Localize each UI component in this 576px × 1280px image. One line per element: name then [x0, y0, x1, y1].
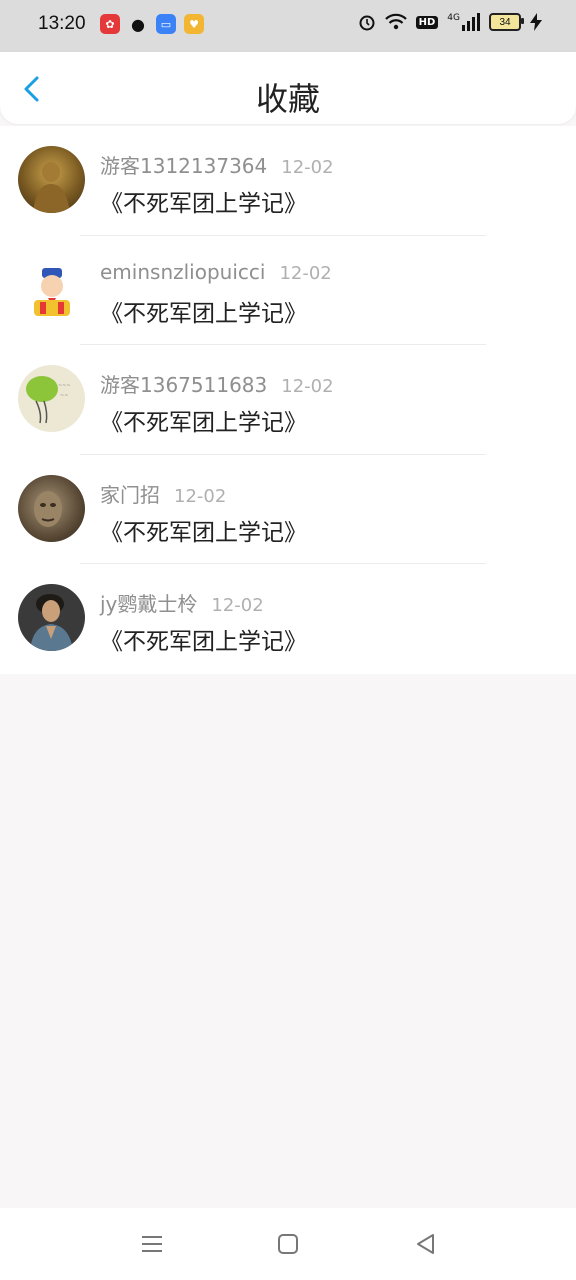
- date-label: 12-02: [174, 485, 227, 507]
- status-time: 13:20: [38, 13, 86, 34]
- charging-icon: [530, 13, 542, 31]
- book-title[interactable]: 《不死军团上学记》: [100, 403, 307, 437]
- avatar[interactable]: [18, 584, 85, 651]
- wechat-icon: ●: [131, 14, 145, 34]
- alarm-icon: [359, 15, 375, 31]
- app-header: 收藏: [0, 52, 576, 124]
- back-nav-icon[interactable]: [412, 1230, 440, 1258]
- book-title[interactable]: 《不死军团上学记》: [100, 294, 307, 328]
- list-item[interactable]: ~~~ ~~ 游客1367511683 12-02 《不死军团上学记》: [0, 345, 576, 455]
- username: 家门招 12-02: [100, 482, 227, 507]
- book-title[interactable]: 《不死军团上学记》: [100, 184, 307, 218]
- weibo-icon: ✿: [100, 14, 120, 34]
- date-label: 12-02: [281, 376, 334, 397]
- page-title: 收藏: [255, 80, 320, 118]
- date-label: 12-02: [279, 262, 332, 284]
- username: eminsnzliopuicci 12-02: [100, 259, 332, 284]
- chat-bubble-icon: ▭: [156, 14, 176, 34]
- heart-badge-icon: ♥: [184, 14, 204, 34]
- avatar[interactable]: [18, 255, 85, 323]
- favorites-list: 游客1312137364 12-02 《不死军团上学记》 eminsnzliopu…: [0, 126, 576, 674]
- avatar[interactable]: [18, 146, 85, 213]
- date-label: 12-02: [211, 595, 264, 616]
- list-item[interactable]: eminsnzliopuicci 12-02 《不死军团上学记》: [0, 236, 576, 345]
- book-title[interactable]: 《不死军团上学记》: [100, 622, 307, 656]
- username: jy鹦戴士柃 12-02: [100, 592, 264, 616]
- home-icon[interactable]: [274, 1230, 302, 1258]
- menu-icon[interactable]: [138, 1230, 166, 1258]
- hd-icon: HD: [415, 15, 439, 29]
- book-title[interactable]: 《不死军团上学记》: [100, 513, 307, 547]
- wifi-icon: [384, 13, 407, 30]
- svg-text:~~~: ~~~: [58, 383, 71, 389]
- system-nav-bar: [0, 1208, 576, 1280]
- avatar[interactable]: [18, 474, 85, 542]
- signal-icon: 4G: [447, 13, 480, 31]
- battery-level: 34: [499, 16, 511, 28]
- username: 游客1312137364 12-02: [100, 154, 334, 178]
- svg-text:~~: ~~: [60, 393, 68, 399]
- list-item[interactable]: jy鹦戴士柃 12-02 《不死军团上学记》: [0, 564, 576, 674]
- list-item[interactable]: 游客1312137364 12-02 《不死军团上学记》: [0, 126, 576, 236]
- list-item[interactable]: 家门招 12-02 《不死军团上学记》: [0, 455, 576, 564]
- avatar[interactable]: ~~~ ~~: [18, 365, 85, 432]
- status-right: HD 4G 34: [358, 13, 542, 31]
- date-label: 12-02: [281, 157, 334, 178]
- status-bar: 13:20 ✿ ● ▭ ♥ HD 4G 34: [0, 0, 576, 52]
- username: 游客1367511683 12-02: [100, 373, 334, 397]
- battery-icon: 34: [489, 13, 524, 31]
- notification-icons: ✿ ● ▭ ♥: [100, 14, 204, 34]
